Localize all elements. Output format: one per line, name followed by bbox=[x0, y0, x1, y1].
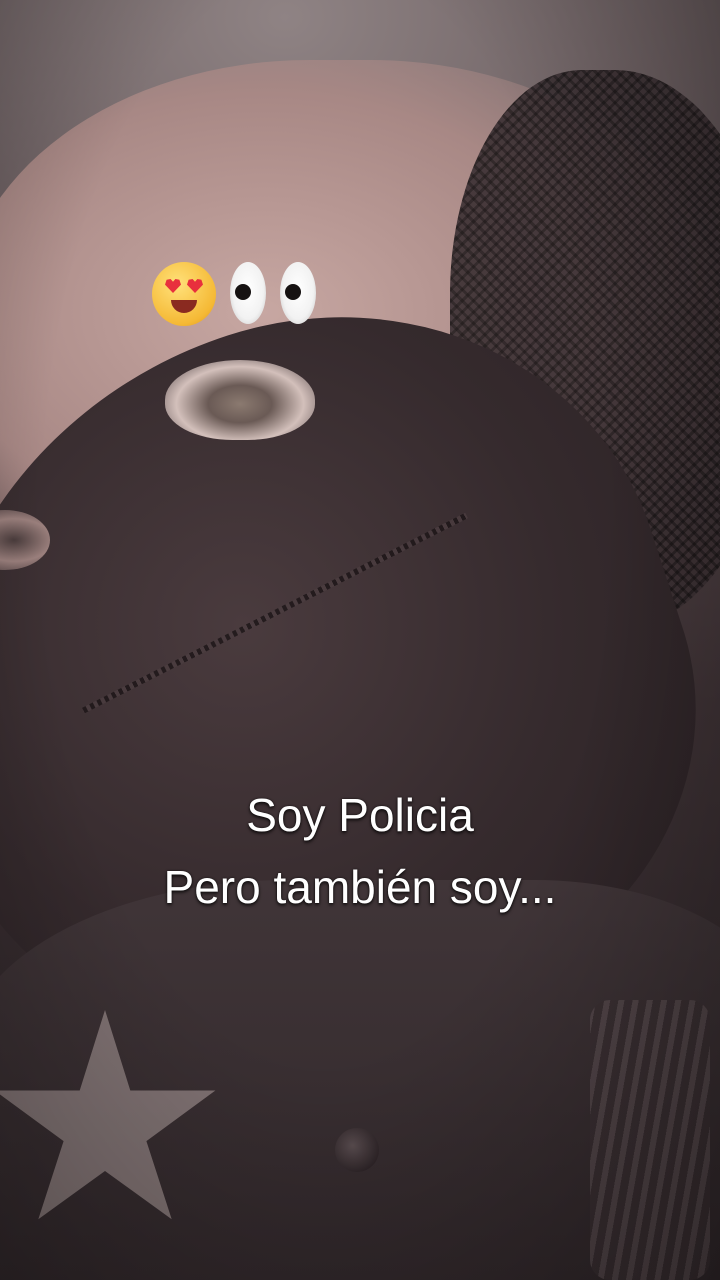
eye-emoji-icon-left bbox=[229, 262, 266, 324]
emoji-sticker bbox=[152, 262, 316, 326]
shirt-button bbox=[335, 1128, 379, 1172]
eye-emoji-icon-right bbox=[279, 262, 316, 324]
caption-line-2: Pero también soy... bbox=[163, 861, 557, 913]
caption-line-1: Soy Policia bbox=[246, 789, 474, 841]
heart-eyes-emoji-icon bbox=[152, 262, 216, 326]
video-frame: Soy Policia Pero también soy... bbox=[0, 0, 720, 1280]
eye-right bbox=[165, 360, 315, 440]
gear-strap bbox=[590, 1000, 710, 1280]
